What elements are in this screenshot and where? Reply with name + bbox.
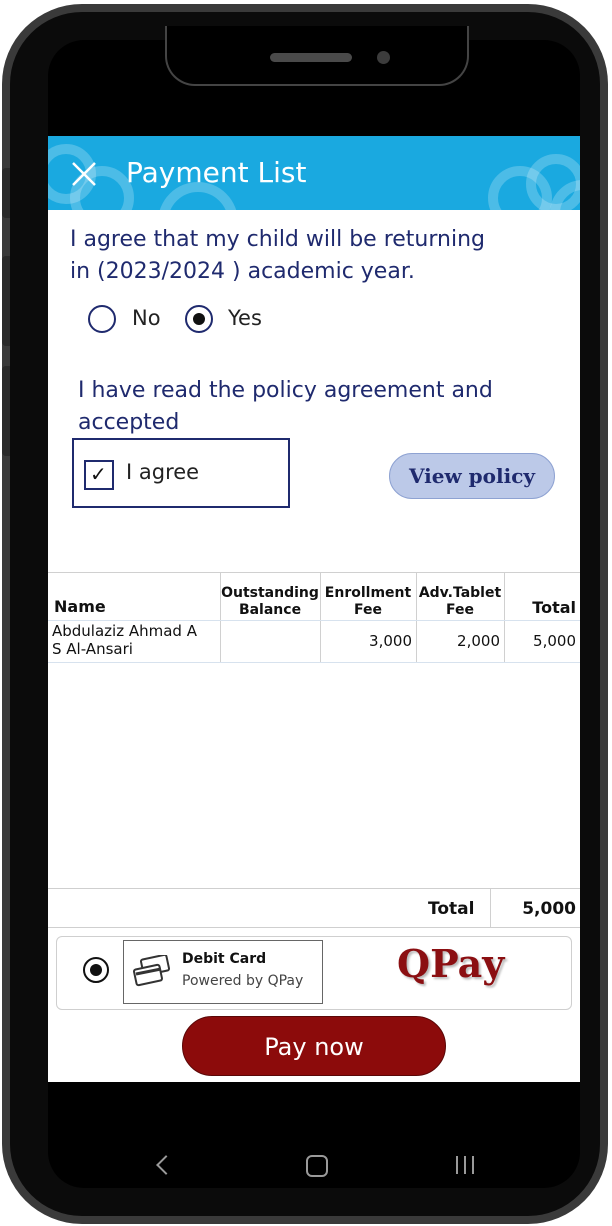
summary-total-label: Total	[428, 899, 475, 919]
col-header-name: Name	[54, 597, 106, 616]
cell-tablet: 2,000	[457, 632, 500, 650]
payment-method-panel[interactable]: Debit Card Powered by QPay QPay	[56, 936, 572, 1010]
pay-now-button[interactable]: Pay now	[182, 1016, 446, 1076]
return-prompt-line2: in (2023/2024 ) academic year.	[70, 259, 415, 284]
col-header-outstanding-line2: Balance	[238, 602, 302, 618]
nav-recent-icon[interactable]	[456, 1156, 474, 1174]
close-icon[interactable]	[70, 160, 98, 188]
summary-divider	[490, 889, 491, 927]
radio-yes[interactable]	[185, 305, 213, 333]
cell-name: Abdulaziz Ahmad A S Al-Ansari	[52, 622, 220, 658]
camera-icon	[377, 51, 390, 64]
return-prompt-line1: I agree that my child will be returning	[70, 227, 485, 252]
app-screen: Payment List I agree that my child will …	[48, 136, 580, 1082]
app-header: Payment List	[48, 136, 580, 210]
policy-prompt-line2: accepted	[78, 410, 180, 435]
col-header-enrollment-line1: Enrollment	[324, 585, 412, 601]
policy-prompt-line1: I have read the policy agreement and	[78, 378, 493, 403]
summary-total-value: 5,000	[522, 899, 576, 919]
payment-method-subtitle: Powered by QPay	[182, 973, 304, 989]
radio-yes-label[interactable]: Yes	[228, 306, 262, 330]
col-header-tablet: Adv.Tablet Fee	[416, 585, 504, 619]
debit-card-option[interactable]: Debit Card Powered by QPay	[123, 940, 323, 1004]
summary-bar: Total 5,000	[48, 888, 580, 928]
row-divider	[48, 662, 580, 663]
radio-no[interactable]	[88, 305, 116, 333]
view-policy-button[interactable]: View policy	[389, 453, 555, 499]
checkmark-icon: ✓	[90, 462, 107, 486]
cell-total: 5,000	[533, 632, 576, 650]
col-header-outstanding-line1: Outstanding	[221, 585, 319, 601]
cell-enrollment: 3,000	[369, 632, 412, 650]
agree-checkbox-group[interactable]: ✓ I agree	[72, 438, 290, 508]
header-row-divider	[48, 620, 580, 621]
agree-checkbox[interactable]: ✓	[84, 460, 114, 490]
col-header-enrollment-line2: Fee	[354, 602, 382, 618]
cell-name-line1: Abdulaziz Ahmad A	[52, 622, 197, 640]
col-header-total: Total	[532, 598, 576, 617]
table-top-border	[48, 572, 580, 573]
col-header-tablet-line2: Fee	[446, 602, 474, 618]
payment-method-title: Debit Card	[182, 951, 267, 967]
col-header-tablet-line1: Adv.Tablet	[418, 585, 502, 601]
android-nav-bar	[48, 1082, 580, 1182]
nav-back-icon[interactable]	[156, 1155, 176, 1175]
cell-name-line2: S Al-Ansari	[52, 640, 133, 658]
speaker-icon	[270, 53, 352, 62]
page-title: Payment List	[126, 156, 307, 189]
column-divider	[504, 572, 505, 662]
col-header-outstanding: Outstanding Balance	[220, 585, 320, 619]
radio-no-label[interactable]: No	[132, 306, 161, 330]
agree-label[interactable]: I agree	[126, 460, 199, 484]
col-header-enrollment: Enrollment Fee	[320, 585, 416, 619]
nav-home-icon[interactable]	[306, 1155, 328, 1177]
qpay-logo: QPay	[397, 941, 505, 986]
credit-card-icon	[132, 955, 171, 987]
payment-method-radio[interactable]	[83, 957, 109, 983]
